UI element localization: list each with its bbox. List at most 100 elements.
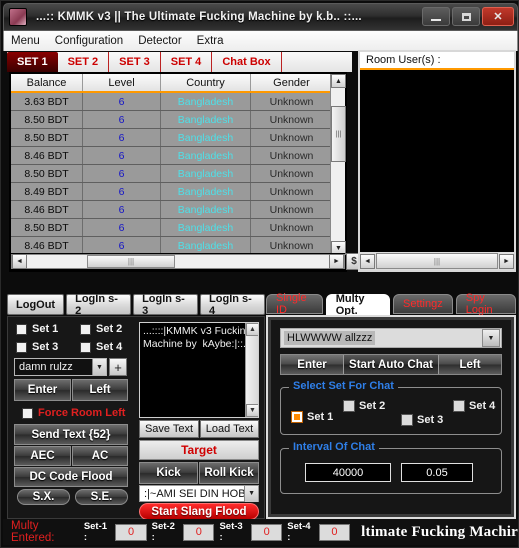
save-text-button[interactable]: Save Text	[139, 420, 199, 438]
textarea-scroll-up-icon[interactable]: ▲	[246, 323, 258, 336]
table-row[interactable]: 8.49 BDT 6 Bangladesh Unknown	[11, 183, 345, 201]
tab-single-id[interactable]: Single ID	[266, 292, 323, 316]
checkbox-force-room-left-box[interactable]	[22, 407, 33, 419]
vertical-scroll-thumb[interactable]: |||	[331, 106, 346, 162]
column-header-country[interactable]: Country	[161, 74, 251, 91]
tab-multy-opt[interactable]: Multy Opt.	[325, 293, 390, 317]
slang-combobox[interactable]: :|~AMI SEI DIN HOB ▼	[139, 485, 259, 502]
checkbox-set-2-box[interactable]	[80, 323, 91, 335]
table-row[interactable]: 8.50 BDT 6 Bangladesh Unknown	[11, 165, 345, 183]
dc-code-flood-button[interactable]: DC Code Flood	[14, 467, 128, 487]
slang-chevron-down-icon[interactable]: ▼	[244, 485, 258, 502]
table-row[interactable]: 8.46 BDT 6 Bangladesh Unknown	[11, 147, 345, 165]
table-vertical-scrollbar[interactable]: ▲ ||| ▼	[330, 74, 346, 255]
chat-checkbox-set-4[interactable]: Set 4	[453, 400, 495, 412]
chat-checkbox-set-3[interactable]: Set 3	[401, 414, 443, 426]
column-header-balance[interactable]: Balance	[11, 74, 83, 91]
room-scroll-right-icon[interactable]: ►	[499, 253, 514, 269]
chat-message-combobox[interactable]: HLWWWW allzzz ▼	[280, 328, 502, 348]
table-row[interactable]: 8.50 BDT 6 Bangladesh Unknown	[11, 219, 345, 237]
room-scroll-left-icon[interactable]: ◄	[360, 253, 375, 269]
table-row[interactable]: 3.63 BDT 6 Bangladesh Unknown	[11, 93, 345, 111]
table-row[interactable]: 8.50 BDT 6 Bangladesh Unknown	[11, 111, 345, 129]
tab-set-4[interactable]: SET 4	[161, 52, 213, 72]
chat-checkbox-set-2-box[interactable]	[343, 400, 355, 412]
start-slang-flood-button[interactable]: Start Slang Flood	[139, 503, 259, 520]
aec-button[interactable]: AEC	[14, 446, 71, 466]
table-cell-gender: Unknown	[269, 149, 314, 162]
load-text-button[interactable]: Load Text	[200, 420, 259, 438]
interval-field-2[interactable]: 0.05	[401, 463, 473, 482]
table-cell-country: Bangladesh	[161, 93, 251, 110]
table-cell-level: 6	[83, 165, 161, 182]
room-users-list[interactable]	[360, 70, 514, 250]
room-scroll-thumb[interactable]: |||	[376, 253, 498, 269]
left-button[interactable]: Left	[72, 379, 128, 401]
scroll-up-icon[interactable]: ▲	[331, 74, 346, 88]
chat-checkbox-set-2[interactable]: Set 2	[343, 400, 385, 412]
right-left-button[interactable]: Left	[439, 355, 501, 374]
message-textarea[interactable]: ...::::|KMMK v3 Fucking Machine by kAybe…	[139, 322, 259, 418]
checkbox-set-1-box[interactable]	[16, 323, 27, 335]
textarea-scrollbar[interactable]: ▲ ▼	[245, 323, 258, 417]
add-room-button[interactable]: +	[109, 358, 127, 376]
tab-settingz[interactable]: Settingz	[392, 294, 453, 314]
roll-kick-button[interactable]: Roll Kick	[199, 462, 259, 484]
tab-spy-login[interactable]: Spy Login	[455, 292, 516, 316]
user-table: Balance Level Country Gender 3.63 BDT 6 Ba…	[9, 72, 362, 272]
room-name-combobox[interactable]: damn rulzz ▼	[14, 358, 107, 376]
menu-item-menu[interactable]: Menu	[11, 35, 40, 47]
login-s3-button[interactable]: LogIn s-3	[133, 293, 199, 317]
sx-button[interactable]: S.X.	[17, 489, 70, 505]
column-header-level[interactable]: Level	[83, 74, 161, 91]
menu-item-detector[interactable]: Detector	[138, 35, 181, 47]
interval-field-1[interactable]: 40000	[305, 463, 391, 482]
se-button[interactable]: S.E.	[75, 489, 128, 505]
menu-item-configuration[interactable]: Configuration	[55, 35, 123, 47]
right-enter-button[interactable]: Enter	[281, 355, 343, 374]
chat-checkbox-set-3-box[interactable]	[401, 414, 413, 426]
close-button[interactable]: ✕	[482, 7, 514, 26]
checkbox-set-1[interactable]: Set 1	[16, 323, 58, 335]
textarea-scroll-down-icon[interactable]: ▼	[246, 404, 258, 417]
chat-checkbox-set-1[interactable]: Set 1	[291, 411, 333, 423]
chat-chevron-down-icon[interactable]: ▼	[482, 329, 500, 347]
minimize-button[interactable]	[422, 7, 450, 26]
tab-set-3[interactable]: SET 3	[109, 52, 161, 72]
menu-item-extra[interactable]: Extra	[197, 35, 224, 47]
tab-set-2[interactable]: SET 2	[58, 52, 110, 72]
tab-set-1[interactable]: SET 1	[7, 52, 58, 72]
enter-button[interactable]: Enter	[14, 379, 71, 401]
checkbox-set-4-box[interactable]	[80, 341, 91, 353]
room-users-scrollbar[interactable]: ◄ ||| ►	[360, 252, 514, 270]
checkbox-set-3[interactable]: Set 3	[16, 341, 58, 353]
maximize-button[interactable]	[452, 7, 480, 26]
status-set-2-value: 0	[183, 523, 215, 541]
logout-button[interactable]: LogOut	[7, 294, 65, 315]
login-s2-button[interactable]: LogIn s-2	[66, 293, 132, 317]
horizontal-scroll-track[interactable]: ◄ ||| ►	[11, 254, 345, 269]
interval-of-chat-group: Interval Of Chat 40000 0.05	[280, 441, 502, 494]
login-s4-button[interactable]: LogIn s-4	[200, 293, 266, 317]
checkbox-set-2[interactable]: Set 2	[80, 323, 122, 335]
checkbox-set-2-label: Set 2	[96, 323, 123, 335]
chat-checkbox-set-1-box[interactable]	[291, 411, 303, 423]
table-horizontal-scrollbar[interactable]: ◄ ||| ► $	[11, 253, 362, 270]
scroll-left-icon[interactable]: ◄	[12, 254, 27, 269]
tab-chat-box[interactable]: Chat Box	[212, 52, 282, 72]
send-text-button[interactable]: Send Text {52}	[14, 424, 128, 445]
table-row[interactable]: 8.46 BDT 6 Bangladesh Unknown	[11, 201, 345, 219]
table-cell-level: 6	[83, 237, 161, 254]
scroll-right-icon[interactable]: ►	[329, 254, 344, 269]
ac-button[interactable]: AC	[72, 446, 128, 466]
checkbox-force-room-left[interactable]: Force Room Left	[22, 407, 125, 419]
kick-button[interactable]: Kick	[139, 462, 198, 484]
start-auto-chat-button[interactable]: Start Auto Chat	[343, 355, 439, 374]
checkbox-set-3-box[interactable]	[16, 341, 27, 353]
horizontal-scroll-thumb[interactable]: |||	[87, 255, 175, 268]
column-header-gender[interactable]: Gender	[251, 74, 332, 91]
checkbox-set-4[interactable]: Set 4	[80, 341, 122, 353]
table-row[interactable]: 8.50 BDT 6 Bangladesh Unknown	[11, 129, 345, 147]
chevron-down-icon[interactable]: ▼	[92, 359, 106, 375]
chat-checkbox-set-4-box[interactable]	[453, 400, 465, 412]
